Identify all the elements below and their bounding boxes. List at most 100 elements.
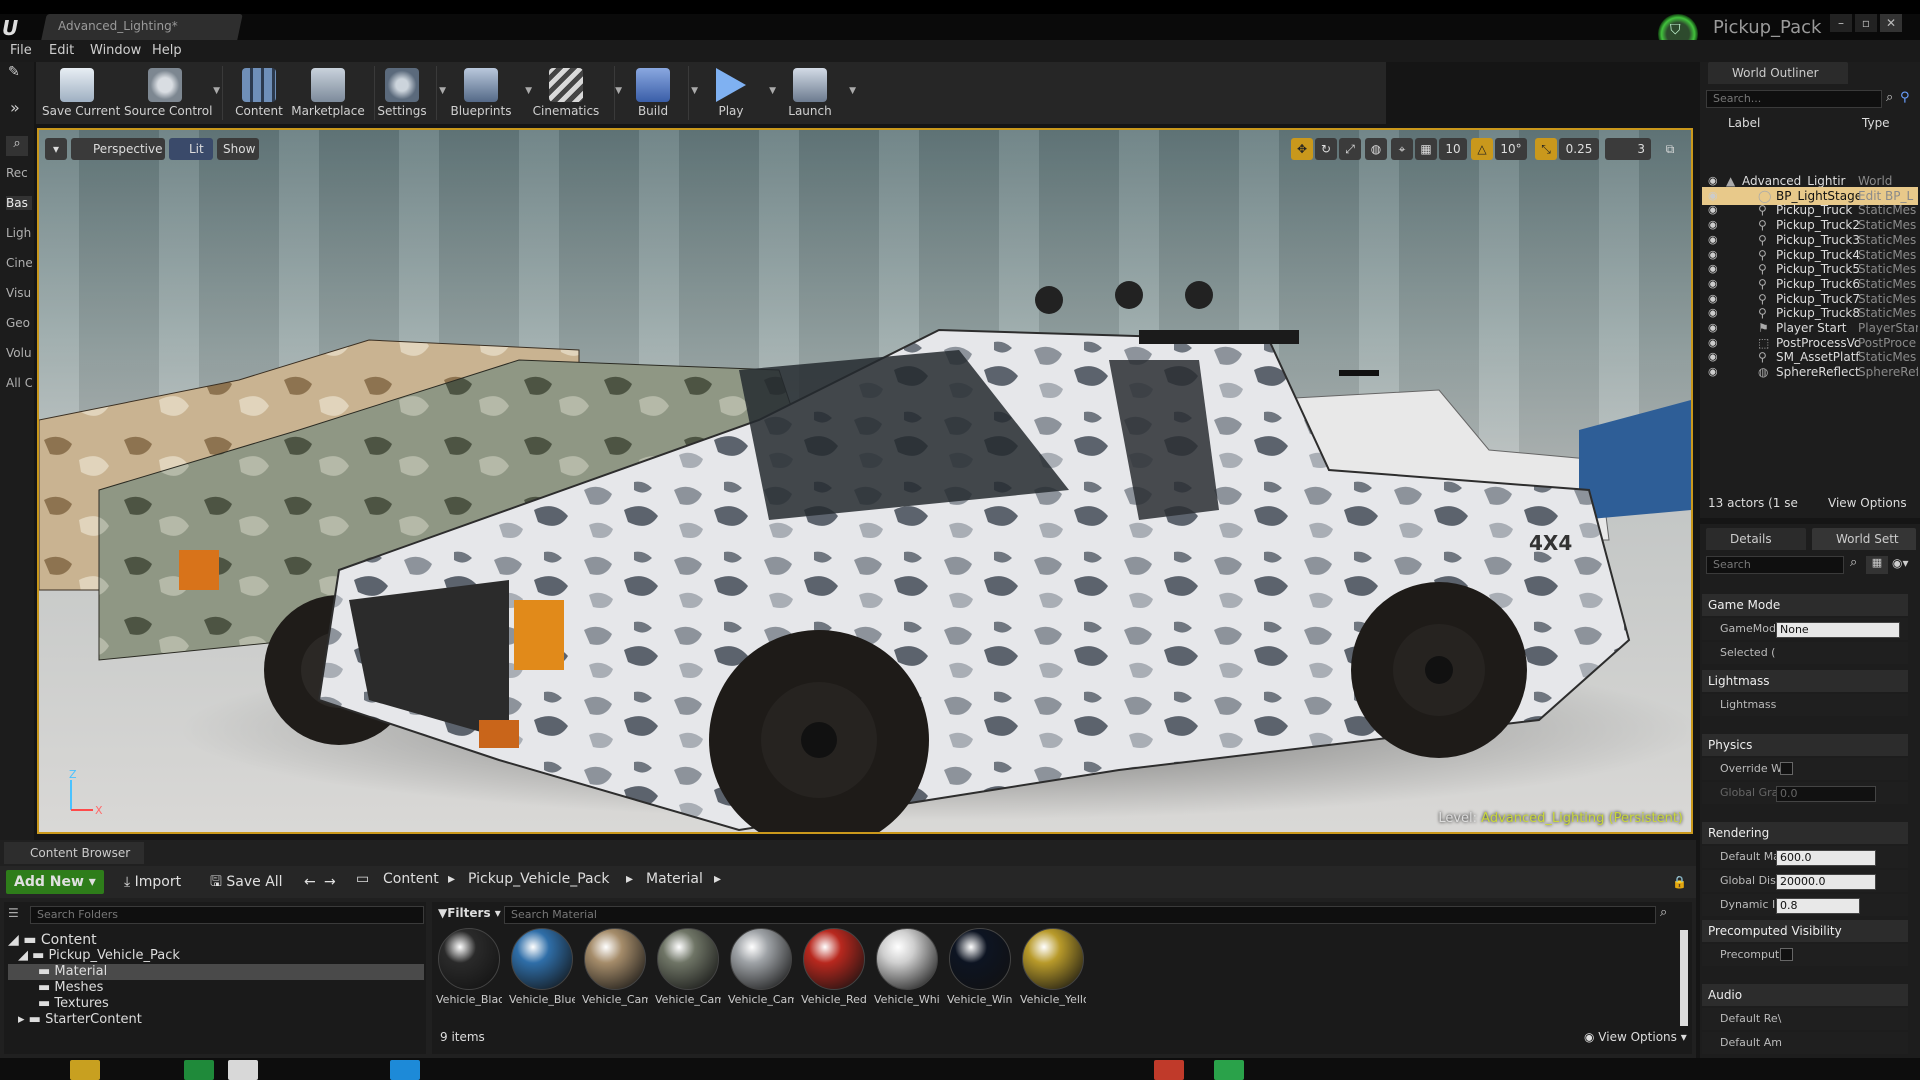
tree-starter-content[interactable]: ▸ ▬ StarterContent xyxy=(18,1012,142,1028)
translate-mode-icon[interactable]: ✥ xyxy=(1291,138,1313,160)
asset-tile[interactable]: Vehicle_Red xyxy=(801,928,867,1006)
pin-icon[interactable]: ⚲ xyxy=(1900,90,1910,105)
filters-button[interactable]: ▼Filters ▾ xyxy=(438,906,501,924)
mode-visual-effects[interactable]: Visu xyxy=(6,286,32,300)
prop-lightmass-label[interactable]: Lightmass xyxy=(1702,694,1908,716)
override-checkbox[interactable] xyxy=(1780,762,1793,775)
column-type-header[interactable]: Type xyxy=(1862,116,1890,130)
search-modes-icon[interactable]: ⌕ xyxy=(6,136,28,156)
menu-file[interactable]: File xyxy=(10,43,32,58)
chevron-down-icon[interactable]: ▼ xyxy=(849,86,856,96)
grid-snap-value[interactable]: 10 xyxy=(1439,138,1467,160)
scale-mode-icon[interactable]: ⤢ xyxy=(1339,138,1361,160)
asset-tile[interactable]: Vehicle_White xyxy=(874,928,940,1006)
property-matrix-icon[interactable]: ▦ xyxy=(1866,556,1888,574)
taskbar-app-icon[interactable] xyxy=(390,1060,420,1080)
source-control-button[interactable]: Source Control ▼ xyxy=(124,62,220,124)
close-button[interactable]: ✕ xyxy=(1880,14,1902,32)
prop-default-reverb-label[interactable]: Default Re\ xyxy=(1702,1008,1908,1030)
save-current-button[interactable]: Save Current xyxy=(42,62,120,124)
menu-window[interactable]: Window xyxy=(90,43,141,58)
add-new-button[interactable]: Add New ▾ xyxy=(6,870,104,894)
taskbar-app-icon[interactable] xyxy=(1154,1060,1184,1080)
surface-snap-icon[interactable]: ⌖ xyxy=(1391,138,1413,160)
mode-all-classes[interactable]: All C xyxy=(6,376,32,390)
default-max-input[interactable]: 600.0 xyxy=(1776,850,1876,866)
tree-pickup-vehicle-pack[interactable]: ◢ ▬ Pickup_Vehicle_Pack xyxy=(18,948,180,964)
asset-tile[interactable]: Vehicle_Blue xyxy=(509,928,575,1006)
asset-tile[interactable]: Vehicle_Camouflage_ xyxy=(728,928,794,1006)
mode-lights[interactable]: Ligh xyxy=(6,226,32,240)
level-viewport[interactable]: 4X4 Z X ▾ Perspective Lit Show ✥ ↻ ⤢ ◍ ⌖… xyxy=(37,128,1693,834)
rotation-snap-icon[interactable]: △ xyxy=(1471,138,1493,160)
viewport-options-icon[interactable]: ▾ xyxy=(45,138,67,160)
unreal-logo-icon[interactable]: U xyxy=(2,16,26,40)
taskbar-app-icon[interactable] xyxy=(228,1060,258,1080)
minimize-button[interactable]: – xyxy=(1830,14,1852,32)
asset-tile[interactable]: Vehicle_Camouflage_ xyxy=(582,928,648,1006)
back-arrow-icon[interactable]: ← xyxy=(304,870,316,894)
mode-volumes[interactable]: Volu xyxy=(6,346,32,360)
launch-button[interactable]: Launch ▼ xyxy=(778,62,856,124)
category-precomputed-visibility[interactable]: Precomputed Visibility xyxy=(1702,920,1908,942)
tab-details[interactable]: Details xyxy=(1706,528,1806,550)
breadcrumb-material[interactable]: Material xyxy=(646,871,703,887)
prop-selected-label[interactable]: Selected ( xyxy=(1702,642,1908,664)
asset-tile[interactable]: Vehicle_Yellow xyxy=(1020,928,1086,1006)
chevron-down-icon[interactable]: ▼ xyxy=(769,86,776,96)
tab-world-outliner[interactable]: World Outliner xyxy=(1708,62,1848,84)
content-button[interactable]: Content xyxy=(232,62,286,124)
perspective-button[interactable]: Perspective xyxy=(71,138,165,160)
marketplace-button[interactable]: Marketplace xyxy=(288,62,368,124)
dynamic-input[interactable]: 0.8 xyxy=(1776,898,1860,914)
category-lightmass[interactable]: Lightmass xyxy=(1702,670,1908,692)
expand-chevron-icon[interactable]: » xyxy=(10,98,20,117)
rotation-snap-value[interactable]: 10° xyxy=(1495,138,1527,160)
outliner-view-options[interactable]: View Options xyxy=(1828,496,1907,510)
maximize-button[interactable]: ▫ xyxy=(1855,14,1877,32)
category-game-mode[interactable]: Game Mode xyxy=(1702,594,1908,616)
blueprints-button[interactable]: Blueprints ▼ xyxy=(444,62,532,124)
tree-content[interactable]: ◢ ▬ Content xyxy=(8,932,97,948)
taskbar-app-icon[interactable] xyxy=(1214,1060,1244,1080)
eye-visibility-icon[interactable]: ◉▾ xyxy=(1892,556,1909,570)
chevron-down-icon[interactable]: ▼ xyxy=(213,86,220,96)
taskbar-app-icon[interactable] xyxy=(184,1060,214,1080)
cinematics-button[interactable]: Cinematics ▼ xyxy=(524,62,622,124)
column-label-header[interactable]: Label xyxy=(1728,116,1760,130)
asset-tile[interactable]: Vehicle_Windows xyxy=(947,928,1013,1006)
mode-cinematic[interactable]: Cine xyxy=(6,256,32,270)
scale-snap-value[interactable]: 0.25 xyxy=(1559,138,1599,160)
maximize-viewport-icon[interactable]: ⧉ xyxy=(1659,138,1681,160)
chevron-down-icon[interactable]: ▼ xyxy=(615,86,622,96)
precomput-checkbox[interactable] xyxy=(1780,948,1793,961)
prop-default-ambient-label[interactable]: Default Am xyxy=(1702,1032,1908,1054)
mode-recent[interactable]: Rec xyxy=(6,166,32,180)
chevron-down-icon[interactable]: ▼ xyxy=(691,86,698,96)
category-audio[interactable]: Audio xyxy=(1702,984,1908,1006)
taskbar-explorer-icon[interactable] xyxy=(70,1060,100,1080)
folder-tree-toggle-icon[interactable]: ☰ xyxy=(8,906,19,920)
tree-meshes[interactable]: ▬ Meshes xyxy=(38,980,103,996)
show-button[interactable]: Show xyxy=(217,138,259,160)
tree-textures[interactable]: ▬ Textures xyxy=(38,996,109,1012)
breadcrumb-content[interactable]: Content xyxy=(383,871,439,887)
play-button[interactable]: Play ▼ xyxy=(700,62,776,124)
asset-view-options[interactable]: ◉ View Options ▾ xyxy=(1584,1030,1687,1044)
mode-basic[interactable]: Bas xyxy=(6,196,32,210)
camera-speed-value[interactable]: 3 xyxy=(1605,138,1651,160)
rotate-mode-icon[interactable]: ↻ xyxy=(1315,138,1337,160)
asset-tile[interactable]: Vehicle_Black xyxy=(436,928,502,1006)
outliner-row[interactable]: ◉ ◍ SphereReflecticSphereRef xyxy=(1702,363,1918,381)
grid-snap-icon[interactable]: ▦ xyxy=(1415,138,1437,160)
tab-world-settings[interactable]: World Sett xyxy=(1812,528,1916,550)
asset-tile[interactable]: Vehicle_Camouflage_ xyxy=(655,928,721,1006)
lit-button[interactable]: Lit xyxy=(169,138,213,160)
eye-visibility-icon[interactable]: ◉ xyxy=(1708,363,1718,381)
global-grav-input[interactable]: 0.0 xyxy=(1776,786,1876,802)
category-rendering[interactable]: Rendering xyxy=(1702,822,1908,844)
asset-search-input[interactable]: Search Material xyxy=(504,906,1656,924)
folder-search-input[interactable]: Search Folders xyxy=(30,906,424,924)
outliner-search-input[interactable]: Search... xyxy=(1706,90,1882,108)
lock-icon[interactable]: 🔒 xyxy=(1672,870,1687,894)
